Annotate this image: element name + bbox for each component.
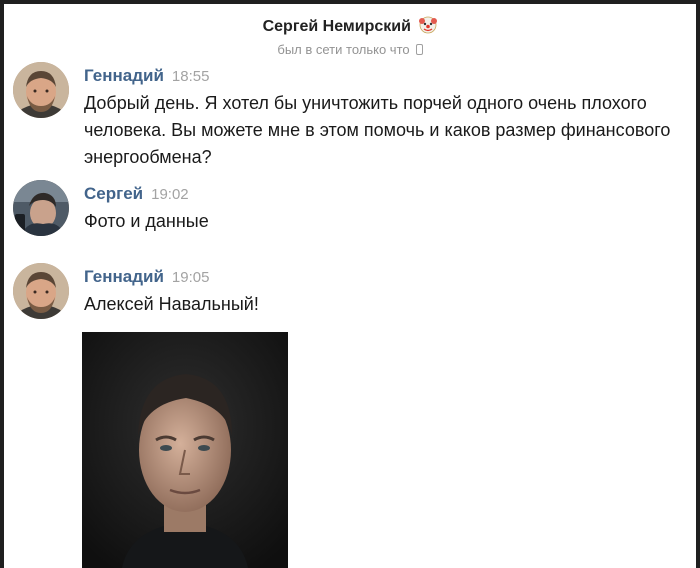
avatar[interactable]	[13, 62, 69, 118]
chat-window: Сергей Немирский был в сети только что Г…	[4, 4, 696, 568]
avatar[interactable]	[13, 263, 69, 319]
author-name[interactable]: Сергей	[84, 184, 143, 203]
message-meta: Геннадий 18:55	[84, 66, 209, 86]
author-name[interactable]: Геннадий	[84, 267, 164, 286]
message-text: Алексей Навальный!	[84, 294, 259, 314]
message-meta: Сергей 19:02	[84, 184, 189, 204]
message-text: Добрый день. Я хотел бы уничтожить порче…	[84, 93, 671, 167]
contact-name[interactable]: Сергей Немирский	[263, 18, 411, 35]
mobile-phone-icon	[415, 44, 423, 55]
photo-attachment[interactable]	[82, 332, 288, 568]
avatar[interactable]	[13, 180, 69, 236]
message-meta: Геннадий 19:05	[84, 267, 209, 287]
status-text: был в сети только что	[277, 42, 410, 57]
clown-face-icon	[419, 16, 438, 34]
message-text: Фото и данные	[84, 211, 209, 231]
message-time[interactable]: 19:02	[151, 186, 189, 203]
author-name[interactable]: Геннадий	[84, 66, 164, 85]
message-time[interactable]: 19:05	[172, 269, 210, 286]
online-status: был в сети только что	[4, 42, 696, 57]
chat-header: Сергей Немирский был в сети только что	[4, 4, 696, 62]
contact-line: Сергей Немирский	[4, 16, 696, 36]
message-time[interactable]: 18:55	[172, 68, 210, 85]
